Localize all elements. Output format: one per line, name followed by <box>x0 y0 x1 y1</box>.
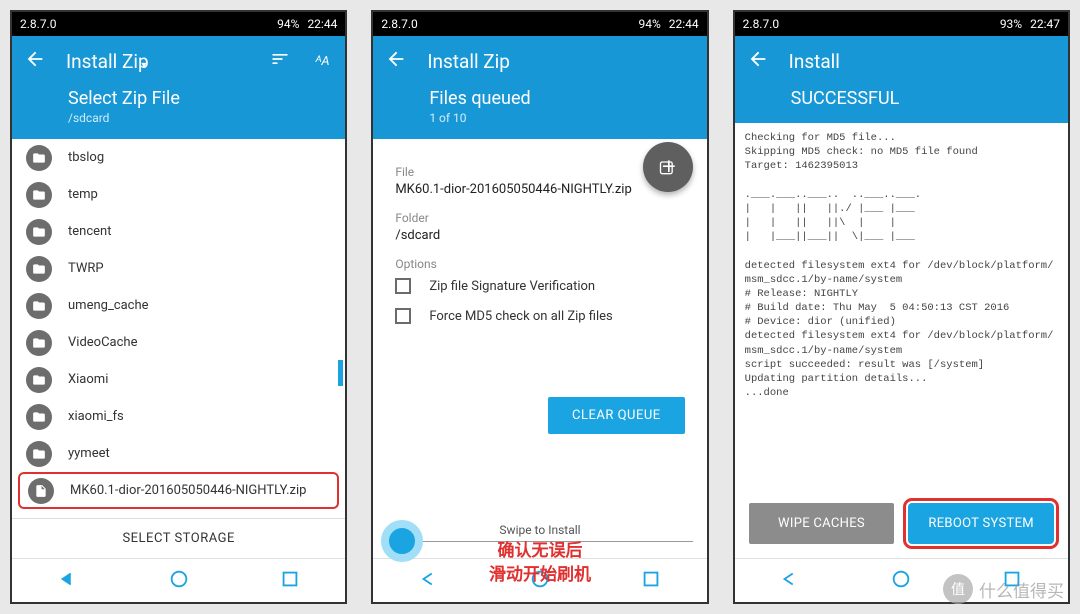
file-name-label: MK60.1-dior-201605050446-NIGHTLY.zip <box>70 483 306 498</box>
watermark-text: 什么值得买 <box>979 577 1064 602</box>
clock-text: 22:44 <box>307 17 337 31</box>
file-row[interactable]: temp <box>12 176 345 213</box>
nav-back-icon[interactable] <box>57 568 79 594</box>
option-sig-verify[interactable]: Zip file Signature Verification <box>395 271 684 301</box>
app-header: Install SUCCESSFUL <box>735 36 1068 123</box>
folder-icon <box>26 367 52 393</box>
reboot-system-button[interactable]: REBOOT SYSTEM <box>908 503 1054 544</box>
file-row[interactable]: VideoCache <box>12 324 345 361</box>
nav-bar <box>12 558 345 602</box>
file-name-label: TWRP <box>68 261 104 276</box>
option-md5-check[interactable]: Force MD5 check on all Zip files <box>395 301 684 331</box>
sort-icon[interactable] <box>269 49 291 73</box>
status-bar: 2.8.7.0 94% 22:44 <box>12 12 345 36</box>
file-name-label: tbslog <box>68 150 104 165</box>
wipe-caches-button[interactable]: WIPE CACHES <box>749 503 895 544</box>
file-name-label: Xiaomi <box>68 372 108 387</box>
folder-icon <box>26 145 52 171</box>
file-icon <box>28 478 54 504</box>
nav-home-icon[interactable] <box>890 568 912 594</box>
font-size-icon[interactable]: ᴬA <box>311 53 333 69</box>
file-row[interactable]: tencent <box>12 213 345 250</box>
file-row[interactable]: Xiaomi <box>12 361 345 398</box>
file-row[interactable]: xiaomi_fs <box>12 398 345 435</box>
file-name-label: umeng_cache <box>68 298 149 313</box>
header-path: /sdcard <box>68 111 333 125</box>
file-list[interactable]: tbslog temp tencent TWRP umeng_cache VideoCac… <box>12 139 345 518</box>
folder-icon <box>26 256 52 282</box>
swipe-to-install[interactable]: Swipe to Install <box>373 523 706 542</box>
folder-label: Folder <box>395 211 684 225</box>
queue-body: File MK60.1-dior-201605050446-NIGHTLY.zi… <box>373 139 706 558</box>
phone-screen-1: 2.8.7.0 94% 22:44 Install Zip ▾ ᴬA Selec… <box>10 10 347 604</box>
file-row[interactable]: yymeet <box>12 435 345 472</box>
header-subtitle: SUCCESSFUL <box>791 88 1056 109</box>
checkbox-icon[interactable] <box>395 308 411 324</box>
queue-count: 1 of 10 <box>429 111 694 125</box>
watermark: 值 什么值得买 <box>943 574 1064 604</box>
folder-value: /sdcard <box>395 228 684 243</box>
nav-recent-icon[interactable] <box>279 568 301 594</box>
file-name-label: VideoCache <box>68 335 137 350</box>
checkbox-icon[interactable] <box>395 278 411 294</box>
back-arrow-icon[interactable] <box>24 48 46 74</box>
battery-text: 94% <box>638 17 660 31</box>
options-label: Options <box>395 257 684 271</box>
watermark-badge-icon: 值 <box>943 574 973 604</box>
select-storage-button[interactable]: SELECT STORAGE <box>12 518 345 558</box>
back-arrow-icon[interactable] <box>385 48 407 74</box>
header-title[interactable]: Install Zip ▾ <box>66 50 249 73</box>
folder-icon <box>26 293 52 319</box>
header-subtitle: Files queued <box>429 88 694 109</box>
folder-icon <box>26 219 52 245</box>
battery-text: 93% <box>1000 17 1022 31</box>
battery-text: 94% <box>277 17 299 31</box>
folder-icon <box>26 182 52 208</box>
app-header: Install Zip ▾ ᴬA Select Zip File /sdcard <box>12 36 345 139</box>
status-bar: 2.8.7.0 93% 22:47 <box>735 12 1068 36</box>
folder-icon <box>26 404 52 430</box>
file-row[interactable]: MK60.1-dior-201605050446-NIGHTLY.zip <box>18 472 339 509</box>
swipe-label: Swipe to Install <box>387 523 692 537</box>
folder-icon <box>26 330 52 356</box>
recovery-version: 2.8.7.0 <box>743 17 1000 31</box>
file-name-label: tencent <box>68 224 111 239</box>
app-header: Install Zip Files queued 1 of 10 <box>373 36 706 139</box>
recovery-version: 2.8.7.0 <box>20 17 277 31</box>
phone-screen-3: 2.8.7.0 93% 22:47 Install SUCCESSFUL Che… <box>733 10 1070 604</box>
recovery-version: 2.8.7.0 <box>381 17 638 31</box>
phone-screen-2: 2.8.7.0 94% 22:44 Install Zip Files queu… <box>371 10 708 604</box>
clear-queue-button[interactable]: CLEAR QUEUE <box>548 397 685 434</box>
clock-text: 22:47 <box>1030 17 1060 31</box>
status-bar: 2.8.7.0 94% 22:44 <box>373 12 706 36</box>
header-title: Install <box>789 50 1056 73</box>
file-name-label: xiaomi_fs <box>68 409 124 424</box>
header-title: Install Zip <box>427 50 694 73</box>
file-name-label: temp <box>68 187 98 202</box>
install-log: Checking for MD5 file... Skipping MD5 ch… <box>735 123 1068 489</box>
file-value: MK60.1-dior-201605050446-NIGHTLY.zip <box>395 182 684 197</box>
clock-text: 22:44 <box>669 17 699 31</box>
file-row[interactable]: tbslog <box>12 139 345 176</box>
file-row[interactable]: umeng_cache <box>12 287 345 324</box>
file-row[interactable]: TWRP <box>12 250 345 287</box>
dropdown-arrow-icon: ▾ <box>141 60 146 71</box>
folder-icon <box>26 441 52 467</box>
file-name-label: yymeet <box>68 446 110 461</box>
header-subtitle: Select Zip File <box>68 88 333 109</box>
back-arrow-icon[interactable] <box>747 48 769 74</box>
nav-back-icon[interactable] <box>779 568 801 594</box>
nav-home-icon[interactable] <box>168 568 190 594</box>
file-label: File <box>395 165 684 179</box>
scroll-indicator[interactable] <box>338 360 343 386</box>
annotation-text: 确认无误后滑动开始刷机 <box>373 540 706 558</box>
